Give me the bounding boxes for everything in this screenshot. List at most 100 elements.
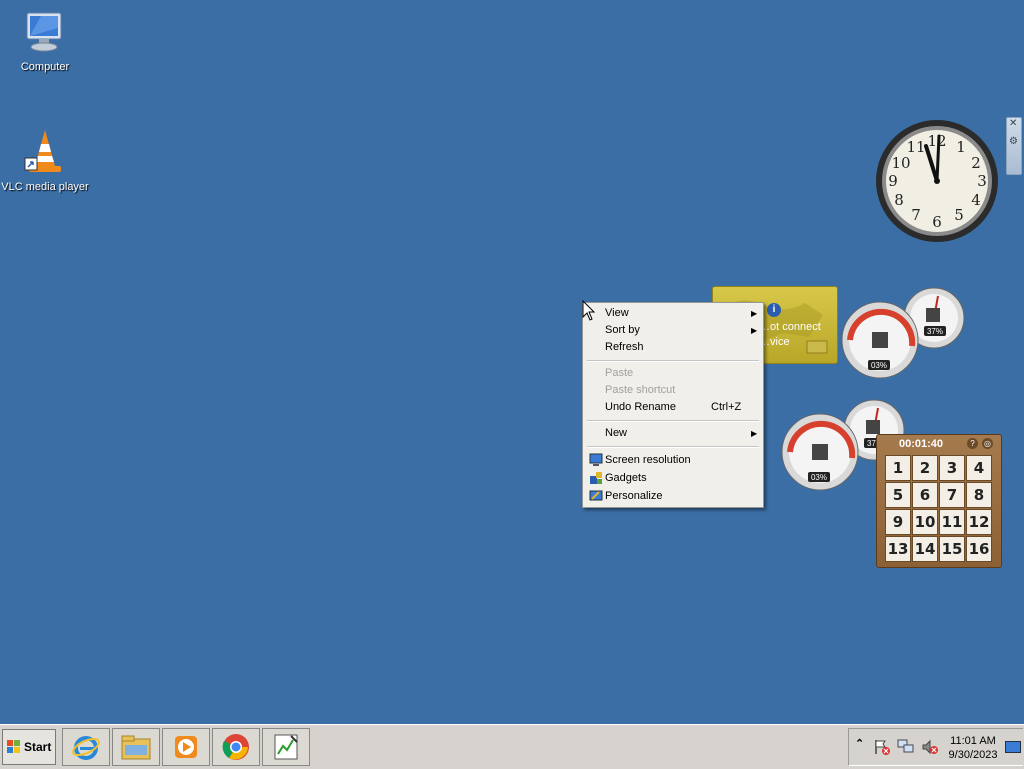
mouse-cursor	[582, 300, 596, 321]
menu-item-label: Sort by	[605, 324, 640, 336]
svg-text:3: 3	[977, 172, 987, 190]
menu-item-label: Paste shortcut	[605, 384, 676, 396]
puzzle-tile[interactable]: 13	[885, 536, 911, 562]
taskbar: Start ⌃ 11:01 AM 9/30/2023	[0, 724, 1024, 769]
display-icon	[589, 453, 603, 466]
svg-text:7: 7	[911, 206, 921, 224]
tray-clock[interactable]: 11:01 AM 9/30/2023	[943, 734, 1003, 762]
menu-item-label: New	[605, 427, 628, 439]
desktop-context-menu: View ▶ Sort by ▶ Refresh Paste Paste sho…	[582, 302, 764, 508]
cpu-meter-gadget[interactable]: 37% 03%	[838, 286, 968, 382]
computer-icon	[26, 12, 62, 52]
menu-item-gadgets[interactable]: Gadgets	[585, 470, 761, 487]
svg-text:1: 1	[956, 138, 966, 156]
menu-separator	[587, 446, 759, 448]
info-icon: i	[767, 303, 781, 317]
menu-item-label: Paste	[605, 367, 634, 379]
menu-item-label: Undo Rename	[605, 401, 676, 413]
puzzle-tile[interactable]: 16	[966, 536, 992, 562]
taskbar-internet-explorer[interactable]	[62, 728, 110, 766]
svg-text:2: 2	[971, 154, 981, 172]
app-icon	[274, 734, 298, 760]
puzzle-tile[interactable]: 2	[912, 455, 938, 481]
chrome-icon	[222, 734, 249, 760]
menu-item-sort-by[interactable]: Sort by ▶	[585, 322, 761, 339]
start-button[interactable]: Start	[2, 729, 56, 765]
internet-explorer-icon	[72, 736, 100, 760]
network-icon[interactable]	[897, 739, 915, 755]
puzzle-tile[interactable]: 5	[885, 482, 911, 508]
file-explorer-icon	[121, 735, 151, 760]
tray-time: 11:01 AM	[950, 735, 996, 747]
svg-text:10: 10	[891, 154, 910, 172]
tray-date: 9/30/2023	[948, 749, 998, 761]
menu-item-personalize[interactable]: Personalize	[585, 488, 761, 505]
desktop-icon-vlc[interactable]: VLC media player	[0, 128, 90, 193]
puzzle-tile[interactable]: 15	[939, 536, 965, 562]
puzzle-tile[interactable]: 7	[939, 482, 965, 508]
menu-item-view[interactable]: View ▶	[585, 305, 761, 322]
puzzle-grid: 1 2 3 4 5 6 7 8 9 10 11 12 13 14 15 16	[885, 455, 995, 562]
svg-text:4: 4	[971, 191, 981, 209]
puzzle-timer: 00:01:40	[899, 438, 944, 450]
svg-text:5: 5	[954, 206, 964, 224]
puzzle-tile[interactable]: 14	[912, 536, 938, 562]
gadgets-icon	[590, 472, 602, 484]
weather-message: …ot connect …vice	[759, 321, 821, 348]
puzzle-tile[interactable]: 4	[966, 455, 992, 481]
windows-flag-icon	[7, 740, 20, 753]
puzzle-tile[interactable]: 10	[912, 509, 938, 535]
menu-item-screen-resolution[interactable]: Screen resolution	[585, 452, 761, 469]
close-icon[interactable]: ✕	[1009, 118, 1017, 129]
desktop-icon-label: Computer	[20, 61, 70, 73]
taskbar-chrome[interactable]	[212, 728, 260, 766]
show-desktop-icon[interactable]	[1005, 741, 1021, 753]
taskbar-app[interactable]	[262, 728, 310, 766]
menu-separator	[587, 360, 759, 362]
speaker-muted-icon[interactable]	[921, 739, 939, 755]
menu-item-paste[interactable]: Paste	[585, 365, 761, 382]
menu-item-new[interactable]: New ▶	[585, 425, 761, 442]
show-hidden-icons-icon[interactable]: ⌃	[855, 737, 864, 750]
puzzle-tile[interactable]: 12	[966, 509, 992, 535]
menu-item-label: View	[605, 307, 629, 319]
submenu-arrow-icon: ▶	[751, 429, 758, 438]
memory-percent: 37%	[927, 327, 943, 336]
menu-item-paste-shortcut[interactable]: Paste shortcut	[585, 382, 761, 399]
submenu-arrow-icon: ▶	[751, 309, 758, 318]
puzzle-tile[interactable]: 11	[939, 509, 965, 535]
start-label: Start	[24, 740, 52, 754]
slide-puzzle-gadget[interactable]: 00:01:40 ? ◎ 1 2 3 4 5 6 7 8 9 10 11 12 13 14 15 16	[876, 434, 1002, 568]
puzzle-tile[interactable]: 3	[939, 455, 965, 481]
desktop-icon-computer[interactable]: Computer	[0, 8, 90, 73]
puzzle-tile[interactable]: 9	[885, 509, 911, 535]
picture-icon[interactable]: ◎	[982, 438, 993, 449]
system-tray: ⌃ 11:01 AM 9/30/2023	[848, 728, 1023, 766]
menu-separator	[587, 420, 759, 422]
menu-item-label: Gadgets	[605, 472, 647, 484]
menu-item-label: Screen resolution	[605, 454, 691, 466]
wrench-icon[interactable]: ⚙	[1009, 136, 1018, 147]
taskbar-file-explorer[interactable]	[112, 728, 160, 766]
desktop-icon-label: VLC media player	[1, 181, 89, 193]
menu-item-shortcut: Ctrl+Z	[711, 401, 742, 413]
submenu-arrow-icon: ▶	[751, 326, 758, 335]
personalize-icon	[589, 490, 603, 501]
cpu-percent: 03%	[871, 361, 887, 370]
vlc-icon	[24, 130, 61, 172]
clock-gadget[interactable]: 12 12 345 678 91011	[874, 118, 1000, 244]
menu-item-undo-rename[interactable]: Undo Rename Ctrl+Z	[585, 399, 761, 416]
puzzle-tile[interactable]: 6	[912, 482, 938, 508]
menu-item-label: Refresh	[605, 341, 644, 353]
puzzle-tile[interactable]: 1	[885, 455, 911, 481]
menu-item-refresh[interactable]: Refresh	[585, 339, 761, 356]
gadget-toolbar[interactable]: ✕ ⚙	[1006, 117, 1022, 175]
help-icon[interactable]: ?	[967, 438, 978, 449]
svg-text:6: 6	[932, 213, 942, 231]
taskbar-media-player[interactable]	[162, 728, 210, 766]
cpu-percent: 03%	[811, 473, 827, 482]
media-player-icon	[175, 736, 197, 758]
puzzle-tile[interactable]: 8	[966, 482, 992, 508]
svg-text:8: 8	[894, 191, 904, 209]
action-center-flag-icon[interactable]	[873, 739, 891, 755]
